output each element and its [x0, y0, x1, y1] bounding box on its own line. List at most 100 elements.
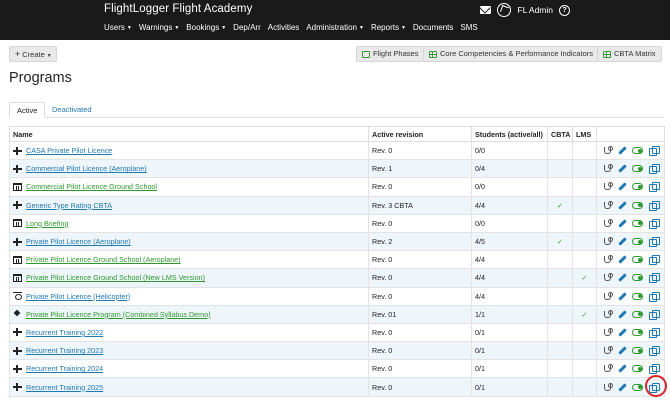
assign-hook-icon[interactable] [603, 164, 613, 173]
core-competencies-button[interactable]: Core Competencies & Performance Indicato… [423, 46, 599, 62]
assign-hook-icon[interactable] [603, 364, 613, 373]
program-link[interactable]: Private Pilot Licence Ground School (New… [26, 273, 205, 282]
program-link[interactable]: Recurrent Training 2025 [26, 383, 103, 392]
assign-hook-icon[interactable] [603, 273, 613, 282]
user-name[interactable]: FL Admin [517, 5, 553, 15]
edit-pencil-icon[interactable] [618, 364, 627, 373]
create-button[interactable]: + Create ▼ [9, 46, 57, 62]
copy-icon[interactable] [649, 200, 660, 211]
edit-pencil-icon[interactable] [618, 237, 627, 246]
toggle-active-icon[interactable] [632, 310, 644, 318]
edit-pencil-icon[interactable] [618, 182, 627, 191]
toggle-active-icon[interactable] [632, 328, 644, 336]
assign-hook-icon[interactable] [603, 182, 613, 191]
toggle-active-icon[interactable] [632, 292, 644, 300]
edit-pencil-icon[interactable] [618, 383, 627, 392]
actions-cell [596, 140, 665, 161]
assign-hook-icon[interactable] [603, 309, 613, 319]
revision-cell: Rev. 01 [368, 304, 472, 324]
column-header-lms[interactable]: LMS [572, 126, 597, 142]
edit-pencil-icon[interactable] [618, 292, 627, 301]
copy-icon[interactable] [649, 255, 660, 266]
column-header-cbta[interactable]: CBTA [547, 126, 573, 142]
copy-icon[interactable] [649, 273, 660, 284]
edit-pencil-icon[interactable] [618, 219, 627, 228]
edit-pencil-icon[interactable] [618, 346, 627, 355]
edit-pencil-icon[interactable] [618, 273, 627, 282]
toggle-active-icon[interactable] [632, 165, 644, 173]
revision-cell: Rev. 0 [368, 286, 472, 306]
menu-item-dep-arr[interactable]: Dep/Arr [233, 23, 261, 32]
edit-pencil-icon[interactable] [618, 201, 627, 210]
toggle-active-icon[interactable] [632, 183, 644, 191]
menu-item-reports[interactable]: Reports ▼ [371, 23, 406, 32]
menu-item-documents[interactable]: Documents [413, 23, 453, 32]
assign-hook-icon[interactable] [603, 327, 613, 337]
flightlogger-logo-icon[interactable] [497, 3, 512, 17]
toggle-active-icon[interactable] [632, 365, 644, 373]
toggle-active-icon[interactable] [632, 383, 644, 391]
menu-item-warnings[interactable]: Warnings ▼ [139, 23, 179, 32]
copy-icon[interactable] [649, 346, 660, 357]
brand-title[interactable]: FlightLogger Flight Academy [104, 3, 252, 15]
copy-icon[interactable] [649, 182, 660, 193]
column-header-revision[interactable]: Active revision [368, 126, 472, 142]
assign-hook-icon[interactable] [603, 291, 613, 301]
copy-icon[interactable] [649, 237, 660, 248]
tab-active[interactable]: Active [9, 102, 46, 118]
assign-hook-icon[interactable] [603, 255, 613, 264]
edit-pencil-icon[interactable] [618, 146, 627, 155]
toggle-active-icon[interactable] [632, 256, 644, 264]
assign-hook-icon[interactable] [603, 346, 613, 355]
cbta-matrix-button[interactable]: CBTA Matrix [597, 46, 662, 62]
menu-item-activities[interactable]: Activities [268, 23, 300, 32]
assign-hook-icon[interactable] [603, 218, 613, 228]
program-link[interactable]: Recurrent Training 2022 [26, 328, 103, 337]
toggle-active-icon[interactable] [632, 274, 644, 282]
assign-hook-icon[interactable] [603, 146, 613, 155]
menu-item-bookings[interactable]: Bookings ▼ [186, 23, 226, 32]
edit-pencil-icon[interactable] [618, 328, 627, 337]
copy-icon[interactable] [649, 146, 660, 157]
program-link[interactable]: Recurrent Training 2023 [26, 346, 103, 355]
helicopter-icon [13, 292, 22, 301]
program-link[interactable]: Recurrent Training 2024 [26, 364, 103, 373]
assign-hook-icon[interactable] [603, 237, 613, 246]
help-icon[interactable]: ? [559, 4, 570, 16]
tab-deactivated[interactable]: Deactivated [45, 102, 99, 118]
menu-item-users[interactable]: Users ▼ [104, 23, 132, 32]
program-link[interactable]: Private Pilot Licence (Helicopter) [26, 292, 130, 301]
flight-phases-button[interactable]: Flight Phases [356, 46, 425, 62]
toggle-active-icon[interactable] [632, 238, 644, 246]
toggle-active-icon[interactable] [632, 147, 644, 155]
column-header-name[interactable]: Name [9, 126, 369, 142]
edit-pencil-icon[interactable] [618, 255, 627, 264]
column-header-students[interactable]: Students (active/all) [471, 126, 548, 142]
copy-icon[interactable] [649, 382, 660, 393]
copy-icon[interactable] [649, 309, 660, 320]
copy-icon[interactable] [649, 164, 660, 175]
toggle-active-icon[interactable] [632, 201, 644, 209]
copy-icon[interactable] [649, 327, 660, 338]
menu-item-administration[interactable]: Administration ▼ [306, 23, 364, 32]
toggle-active-icon[interactable] [632, 347, 644, 355]
program-link[interactable]: Private Pilot Licence Ground School (Aer… [26, 255, 181, 264]
menu-item-sms[interactable]: SMS [460, 23, 477, 32]
program-link[interactable]: Generic Type Rating CBTA [26, 201, 112, 210]
program-link[interactable]: Long Briefing [26, 219, 68, 228]
program-link[interactable]: Private Pilot Licence Program (Combined … [26, 310, 211, 319]
copy-icon[interactable] [649, 218, 660, 229]
copy-icon[interactable] [649, 291, 660, 302]
assign-hook-icon[interactable] [603, 382, 613, 392]
program-link[interactable]: Private Pilot Licence (Aeroplane) [26, 237, 131, 246]
copy-icon[interactable] [649, 364, 660, 375]
toggle-active-icon[interactable] [632, 219, 644, 227]
assign-hook-icon[interactable] [603, 200, 613, 210]
edit-pencil-icon[interactable] [618, 310, 627, 319]
edit-pencil-icon[interactable] [618, 164, 627, 173]
program-link[interactable]: Commercial Pilot Licence (Aeroplane) [26, 164, 147, 173]
create-label: Create [22, 50, 45, 59]
program-link[interactable]: CASA Private Pilot Licence [26, 146, 112, 155]
program-link[interactable]: Commercial Pilot Licence Ground School [26, 182, 157, 191]
mail-icon[interactable] [480, 6, 492, 14]
